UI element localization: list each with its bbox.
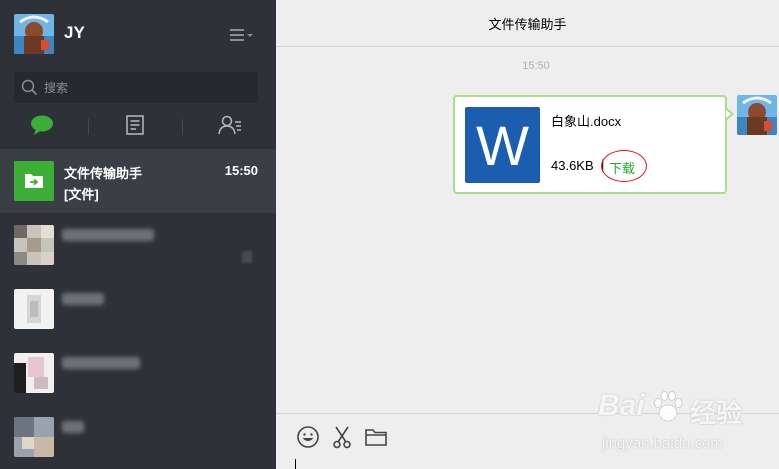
profile-header: JY xyxy=(14,14,264,54)
message-timestamp: 15:50 xyxy=(522,60,550,72)
bubble-tail-inner xyxy=(726,110,731,118)
blurred-chat-name xyxy=(62,357,140,369)
chat-bubble-icon xyxy=(29,114,55,141)
mute-icon xyxy=(242,251,252,263)
article-icon xyxy=(124,114,146,141)
chat-name: 文件传输助手 xyxy=(64,166,143,181)
list-item[interactable] xyxy=(0,213,276,277)
file-size: 43.6KB xyxy=(551,158,594,173)
avatar xyxy=(14,417,54,457)
conversation-title: 文件传输助手 xyxy=(488,17,567,32)
emoji-icon[interactable] xyxy=(295,424,321,450)
search-icon xyxy=(21,79,38,96)
contacts-icon xyxy=(217,114,243,141)
word-document-icon: W xyxy=(465,107,540,183)
tab-chats[interactable] xyxy=(12,112,72,142)
sender-avatar[interactable] xyxy=(737,95,777,135)
tab-articles[interactable] xyxy=(105,112,165,142)
sidebar-tabs xyxy=(0,112,276,142)
chat-list: 文件传输助手 15:50 [文件] xyxy=(0,149,276,469)
paw-icon xyxy=(650,389,686,430)
file-transfer-avatar xyxy=(14,161,54,201)
tab-divider xyxy=(88,119,89,135)
chat-time: 15:50 xyxy=(224,163,258,178)
watermark-url: jingyan.baidu.com xyxy=(602,435,723,452)
text-cursor[interactable] xyxy=(295,459,296,469)
sidebar: JY 搜索 文件传输助手 15:50 [文件] xyxy=(0,0,276,469)
list-item[interactable] xyxy=(0,277,276,341)
profile-name: JY xyxy=(64,23,85,42)
search-box xyxy=(14,72,258,103)
user-avatar[interactable] xyxy=(14,14,54,54)
blurred-chat-name xyxy=(62,229,154,241)
blurred-chat-name xyxy=(62,421,84,433)
menu-icon[interactable] xyxy=(228,25,256,45)
watermark-jingyan: 经验 xyxy=(690,398,743,428)
highlight-circle xyxy=(601,150,647,182)
file-name: 白象山.docx xyxy=(551,114,622,129)
avatar xyxy=(14,353,54,393)
blurred-chat-name xyxy=(62,293,104,305)
word-icon-letter: W xyxy=(476,113,529,177)
chat-preview: [文件] xyxy=(64,187,99,202)
baidu-watermark: Bai 经验 jingyan.baidu.com xyxy=(590,385,770,460)
scissors-icon[interactable] xyxy=(329,424,355,450)
folder-icon[interactable] xyxy=(363,424,389,450)
file-message-bubble[interactable]: W 白象山.docx 43.6KB | 下载 xyxy=(453,95,727,194)
list-item[interactable] xyxy=(0,341,276,405)
tab-contacts[interactable] xyxy=(200,112,260,142)
conversation-header: 文件传输助手 xyxy=(276,0,779,47)
list-item[interactable] xyxy=(0,405,276,469)
chat-item-file-transfer[interactable]: 文件传输助手 15:50 [文件] xyxy=(0,149,276,213)
avatar xyxy=(14,289,54,329)
watermark-brand: Bai xyxy=(598,389,645,422)
tab-divider xyxy=(182,119,183,135)
avatar xyxy=(14,225,54,265)
search-input[interactable] xyxy=(44,72,250,103)
